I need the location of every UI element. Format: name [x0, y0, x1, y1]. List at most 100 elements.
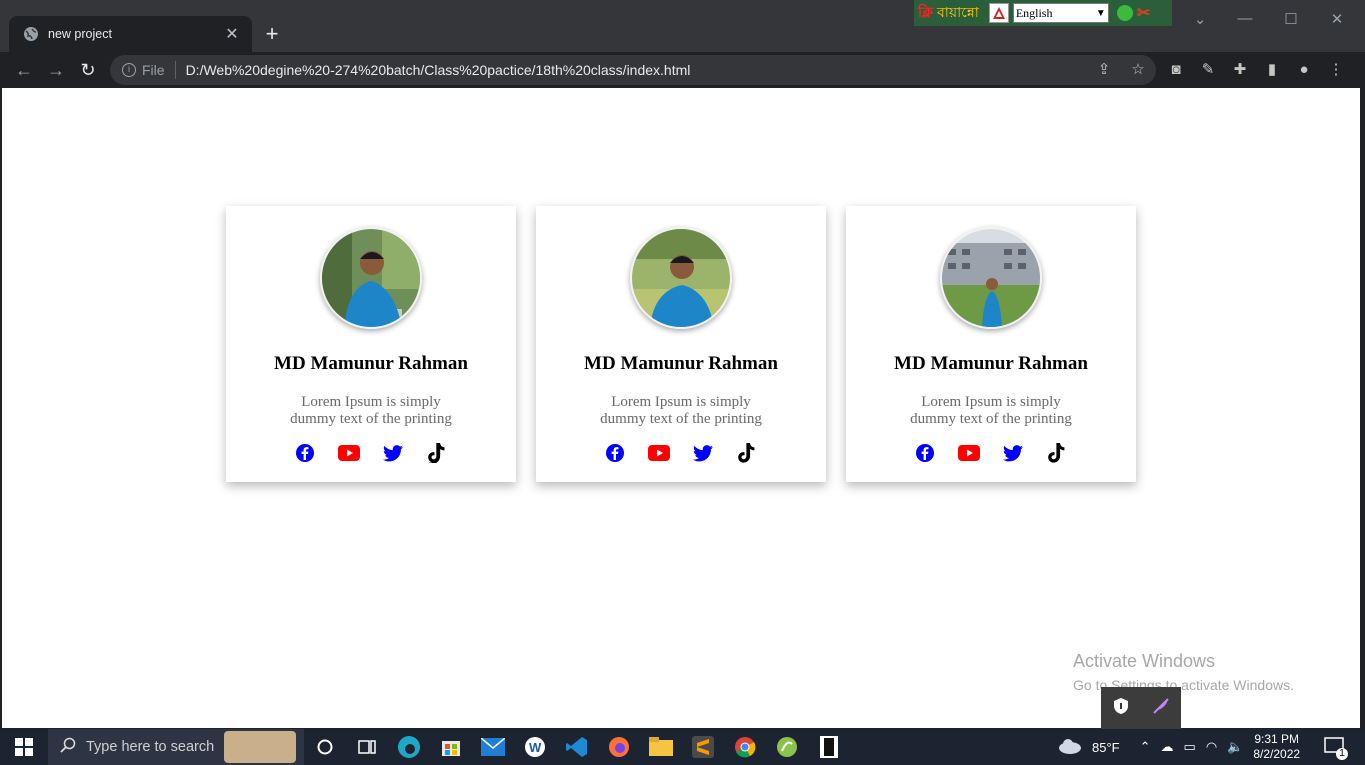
- onedrive-cloud-icon[interactable]: ☁: [1161, 739, 1174, 755]
- youtube-icon[interactable]: [338, 442, 360, 464]
- facebook-icon[interactable]: [294, 442, 316, 464]
- microsoft-store-icon[interactable]: [433, 729, 469, 765]
- more-menu-icon[interactable]: ⋮: [1326, 60, 1346, 80]
- sublime-text-icon[interactable]: [685, 729, 721, 765]
- facebook-icon[interactable]: [914, 442, 936, 464]
- edge-icon[interactable]: [391, 729, 427, 765]
- info-icon[interactable]: i: [122, 63, 136, 77]
- profile-name: MD Mamunur Rahman: [894, 353, 1088, 374]
- share-icon[interactable]: ⇪: [1094, 60, 1114, 80]
- chrome-icon[interactable]: [727, 729, 763, 765]
- cortana-icon[interactable]: [307, 729, 343, 765]
- globe-icon: [24, 27, 38, 41]
- extensions-puzzle-icon[interactable]: ✚: [1230, 60, 1250, 80]
- profile-description: Lorem Ipsum is simply dummy text of the …: [910, 394, 1072, 427]
- reload-icon[interactable]: ↻: [76, 58, 100, 82]
- watermark-title: Activate Windows: [1073, 651, 1216, 671]
- notification-icon[interactable]: 1: [1324, 736, 1349, 760]
- browser-toolbar: ← → ↻ i File D:/Web%20degine%20-274%20ba…: [0, 52, 1365, 88]
- feather-icon[interactable]: [1152, 697, 1170, 720]
- avatar: [940, 227, 1042, 329]
- bangla-logo-icon: ক্লি: [918, 4, 933, 20]
- search-icon: [60, 737, 76, 758]
- battery-icon[interactable]: ▭: [1184, 739, 1196, 755]
- clock-date: 8/2/2022: [1253, 747, 1301, 761]
- taskbar-search[interactable]: Type here to search: [48, 729, 304, 765]
- tab-title: new project: [48, 27, 112, 41]
- url-text[interactable]: D:/Web%20degine%20-274%20batch/Class%20p…: [186, 62, 691, 78]
- windows-start-icon[interactable]: [0, 729, 48, 765]
- social-links: [604, 442, 758, 464]
- tab-search-chevron-icon[interactable]: ⌄: [1185, 10, 1215, 28]
- back-arrow-icon[interactable]: ←: [12, 58, 36, 82]
- video-editor-icon[interactable]: [811, 729, 847, 765]
- youtube-icon[interactable]: [648, 442, 670, 464]
- adobe-icon[interactable]: [988, 3, 1009, 23]
- tiktok-icon[interactable]: [736, 442, 758, 464]
- bookmark-star-icon[interactable]: ☆: [1128, 60, 1148, 80]
- tray-popup: [1101, 687, 1181, 729]
- profile-card: MD Mamunur Rahman Lorem Ipsum is simply …: [536, 206, 826, 482]
- shield-icon[interactable]: [1113, 697, 1129, 720]
- weather-cloud-icon[interactable]: [1058, 738, 1082, 757]
- chevron-up-icon[interactable]: ⌃: [1140, 739, 1151, 755]
- profile-cards: MD Mamunur Rahman Lorem Ipsum is simply …: [226, 206, 1136, 482]
- twitter-icon[interactable]: [382, 442, 404, 464]
- firefox-icon[interactable]: [601, 729, 637, 765]
- address-bar[interactable]: i File D:/Web%20degine%20-274%20batch/Cl…: [110, 55, 1156, 85]
- taskbar: Type here to search W 85°F ⌃ ☁ ▭ ◠ 🔈 9:3…: [0, 729, 1365, 765]
- pen-icon[interactable]: ✎: [1198, 60, 1218, 80]
- bangla-brand-text: বায়ান্নো: [936, 4, 979, 20]
- tab-close-icon[interactable]: ✕: [222, 24, 242, 44]
- minimize-icon[interactable]: —: [1230, 10, 1260, 27]
- task-view-icon[interactable]: [349, 729, 385, 765]
- system-tray: 85°F ⌃ ☁ ▭ ◠ 🔈 9:31 PM 8/2/2022 1: [1058, 729, 1349, 765]
- close-window-icon[interactable]: ✕: [1322, 10, 1352, 28]
- profile-description: Lorem Ipsum is simply dummy text of the …: [290, 394, 452, 427]
- side-panel-icon[interactable]: ▮: [1262, 60, 1282, 80]
- bangla-keyboard-bar: ক্লি বায়ান্নো English ▼ ✂: [914, 0, 1172, 26]
- page-viewport: MD Mamunur Rahman Lorem Ipsum is simply …: [2, 88, 1360, 728]
- search-placeholder: Type here to search: [86, 739, 215, 755]
- tiktok-icon[interactable]: [426, 442, 448, 464]
- weather-temp[interactable]: 85°F: [1092, 740, 1120, 755]
- profile-icon[interactable]: ●: [1294, 60, 1314, 80]
- file-label: File: [142, 62, 165, 78]
- mail-icon[interactable]: [475, 729, 511, 765]
- tab-strip: new project ✕ + ক্লি বায়ান্নো English ▼…: [0, 0, 1365, 52]
- green-app-icon[interactable]: [769, 729, 805, 765]
- chevron-down-icon: ▼: [1095, 7, 1106, 19]
- tiktok-icon[interactable]: [1046, 442, 1068, 464]
- word-app-icon[interactable]: W: [517, 729, 553, 765]
- vscode-icon[interactable]: [559, 729, 595, 765]
- youtube-icon[interactable]: [958, 442, 980, 464]
- clock[interactable]: 9:31 PM 8/2/2022: [1253, 732, 1300, 762]
- twitter-icon[interactable]: [692, 442, 714, 464]
- profile-card: MD Mamunur Rahman Lorem Ipsum is simply …: [226, 206, 516, 482]
- facebook-icon[interactable]: [604, 442, 626, 464]
- close-tool-icon[interactable]: ✂: [1137, 3, 1150, 23]
- go-icon[interactable]: [1116, 5, 1133, 21]
- divider: [174, 61, 176, 79]
- svg-text:W: W: [529, 740, 542, 755]
- tab-active[interactable]: new project ✕: [9, 16, 252, 52]
- profile-name: MD Mamunur Rahman: [274, 353, 468, 374]
- profile-description: Lorem Ipsum is simply dummy text of the …: [600, 394, 762, 427]
- social-links: [294, 442, 448, 464]
- avatar: [320, 227, 422, 329]
- wifi-icon[interactable]: ◠: [1206, 739, 1217, 755]
- language-select-value: English: [1015, 5, 1053, 20]
- twitter-icon[interactable]: [1002, 442, 1024, 464]
- social-links: [914, 442, 1068, 464]
- profile-name: MD Mamunur Rahman: [584, 353, 778, 374]
- language-select[interactable]: English ▼: [1012, 3, 1109, 23]
- maximize-icon[interactable]: ☐: [1276, 10, 1306, 28]
- forward-arrow-icon[interactable]: →: [44, 58, 68, 82]
- new-tab-button[interactable]: +: [260, 20, 284, 48]
- clock-time: 9:31 PM: [1254, 732, 1300, 746]
- volume-icon[interactable]: 🔈: [1227, 739, 1243, 755]
- profile-card: MD Mamunur Rahman Lorem Ipsum is simply …: [846, 206, 1136, 482]
- camera-icon[interactable]: ◙: [1166, 60, 1186, 80]
- notification-count: 1: [1336, 747, 1349, 760]
- file-explorer-icon[interactable]: [643, 729, 679, 765]
